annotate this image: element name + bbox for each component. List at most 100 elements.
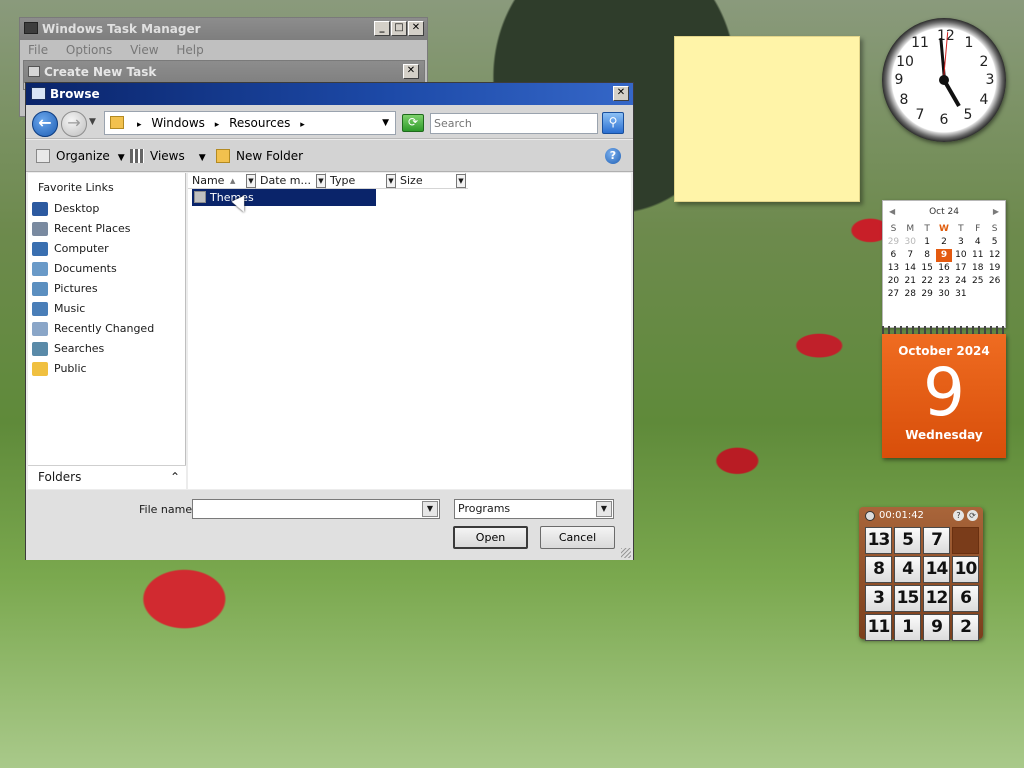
column-dropdown-icon[interactable]: ▼ [316,174,326,188]
breadcrumb[interactable]: ▸ Windows ▸ Resources ▸ ▼ [104,111,396,135]
chevron-down-icon[interactable]: ▼ [596,501,612,517]
calendar-day[interactable]: 5 [986,236,1003,249]
puzzle-tile[interactable]: 1 [894,614,921,641]
sidebar-item-searches[interactable]: Searches [28,339,185,359]
folders-toggle[interactable]: Folders ⌃ [28,465,186,489]
next-month-icon[interactable]: ▶ [993,201,999,223]
calendar-day[interactable]: 11 [969,249,986,262]
prev-month-icon[interactable]: ◀ [889,201,895,223]
calendar-day[interactable]: 29 [885,236,902,249]
task-manager-titlebar[interactable]: Windows Task Manager _ □ ✕ [20,18,427,40]
sticky-note-gadget[interactable] [674,36,860,202]
back-arrow-icon[interactable]: ← [32,111,58,137]
browse-dialog[interactable]: Browse ✕ ← → ▼ ▸ Windows ▸ Resources ▸ ▼… [25,82,634,560]
puzzle-tile[interactable]: 9 [923,614,950,641]
cancel-button[interactable]: Cancel [540,526,615,549]
calendar-gadget[interactable]: ◀ Oct 24 ▶ S M T W T F S 29 30 1 2 3 4 5… [882,200,1006,458]
help-icon[interactable]: ? [605,148,621,164]
help-icon[interactable]: ? [953,510,964,521]
resize-grip-icon[interactable] [621,548,631,558]
breadcrumb-windows[interactable]: Windows [151,116,205,130]
calendar-day[interactable]: 10 [952,249,969,262]
calendar-day[interactable]: 30 [936,288,953,301]
sidebar-item-public[interactable]: Public [28,359,185,379]
sidebar-item-documents[interactable]: Documents [28,259,185,279]
puzzle-tile[interactable]: 5 [894,527,921,554]
chevron-right-icon[interactable]: ▸ [137,120,142,130]
calendar-day[interactable]: 20 [885,275,902,288]
column-name[interactable]: Name ▲ ▼ [188,173,256,189]
calendar-day[interactable]: 8 [919,249,936,262]
calendar-day[interactable]: 4 [969,236,986,249]
calendar-day[interactable] [969,288,986,301]
calendar-day[interactable]: 15 [919,262,936,275]
sidebar-item-recent-places[interactable]: Recent Places [28,219,185,239]
calendar-day[interactable]: 12 [986,249,1003,262]
file-name-field[interactable]: ▼ [192,499,440,519]
column-dropdown-icon[interactable]: ▼ [456,174,466,188]
puzzle-tile[interactable]: 2 [952,614,979,641]
calendar-day[interactable]: 1 [919,236,936,249]
puzzle-tile[interactable]: 14 [923,556,950,583]
puzzle-gadget[interactable]: 00:01:42 ? ⟳ 13 5 7 8 4 14 10 3 15 12 6 … [859,507,983,641]
sidebar-item-desktop[interactable]: Desktop [28,199,185,219]
picture-toggle-icon[interactable]: ⟳ [967,510,978,521]
menu-view[interactable]: View [130,43,158,57]
create-new-task-titlebar[interactable]: Create New Task ✕ [24,61,424,83]
calendar-day[interactable]: 29 [919,288,936,301]
close-button[interactable]: ✕ [613,86,629,101]
file-type-select[interactable]: Programs ▼ [454,499,614,519]
calendar-day[interactable]: 2 [936,236,953,249]
views-button[interactable]: Views ▼ [130,147,206,165]
calendar-day[interactable]: 16 [936,262,953,275]
clock-gadget[interactable]: 12 1 2 3 4 5 6 7 8 9 10 11 [882,18,1006,142]
calendar-day[interactable]: 17 [952,262,969,275]
calendar-day[interactable]: 22 [919,275,936,288]
puzzle-tile[interactable]: 7 [923,527,950,554]
chevron-right-icon[interactable]: ▸ [215,120,220,130]
chevron-down-icon[interactable]: ▼ [382,112,389,134]
calendar-day[interactable]: 19 [986,262,1003,275]
calendar-day[interactable]: 21 [902,275,919,288]
calendar-day[interactable]: 6 [885,249,902,262]
calendar-day[interactable]: 18 [969,262,986,275]
search-icon[interactable]: ⚲ [602,112,624,134]
file-list[interactable]: Name ▲ ▼ Date m... ▼ Type ▼ Size ▼ Theme… [188,173,631,489]
calendar-day[interactable]: 25 [969,275,986,288]
calendar-day[interactable]: 23 [936,275,953,288]
calendar-day[interactable]: 13 [885,262,902,275]
calendar-day[interactable] [986,288,1003,301]
sidebar-item-recently-changed[interactable]: Recently Changed [28,319,185,339]
calendar-day[interactable]: 26 [986,275,1003,288]
list-item[interactable]: Themes [192,189,376,206]
open-button[interactable]: Open [453,526,528,549]
close-button[interactable]: ✕ [403,64,419,79]
chevron-down-icon[interactable]: ▼ [422,501,438,517]
calendar-day[interactable]: 14 [902,262,919,275]
history-dropdown-icon[interactable]: ▼ [89,117,96,127]
puzzle-tile[interactable]: 10 [952,556,979,583]
puzzle-tile[interactable]: 4 [894,556,921,583]
puzzle-tile[interactable]: 12 [923,585,950,612]
menu-file[interactable]: File [28,43,48,57]
column-dropdown-icon[interactable]: ▼ [246,174,256,188]
refresh-icon[interactable]: ⟳ [402,114,424,132]
maximize-button[interactable]: □ [391,21,407,36]
column-date-modified[interactable]: Date m... ▼ [256,173,326,189]
chevron-right-icon[interactable]: ▸ [300,120,305,130]
column-size[interactable]: Size ▼ [396,173,466,189]
column-type[interactable]: Type ▼ [326,173,396,189]
menu-help[interactable]: Help [176,43,203,57]
sidebar-item-pictures[interactable]: Pictures [28,279,185,299]
puzzle-tile[interactable]: 11 [865,614,892,641]
menu-options[interactable]: Options [66,43,112,57]
chevron-up-icon[interactable]: ⌃ [170,466,180,488]
calendar-day-selected[interactable]: 9 [935,249,953,262]
search-input[interactable] [430,113,598,134]
minimize-button[interactable]: _ [374,21,390,36]
calendar-day[interactable]: 31 [952,288,969,301]
calendar-day[interactable]: 27 [885,288,902,301]
puzzle-tile[interactable]: 13 [865,527,892,554]
column-dropdown-icon[interactable]: ▼ [386,174,396,188]
forward-arrow-icon[interactable]: → [61,111,87,137]
